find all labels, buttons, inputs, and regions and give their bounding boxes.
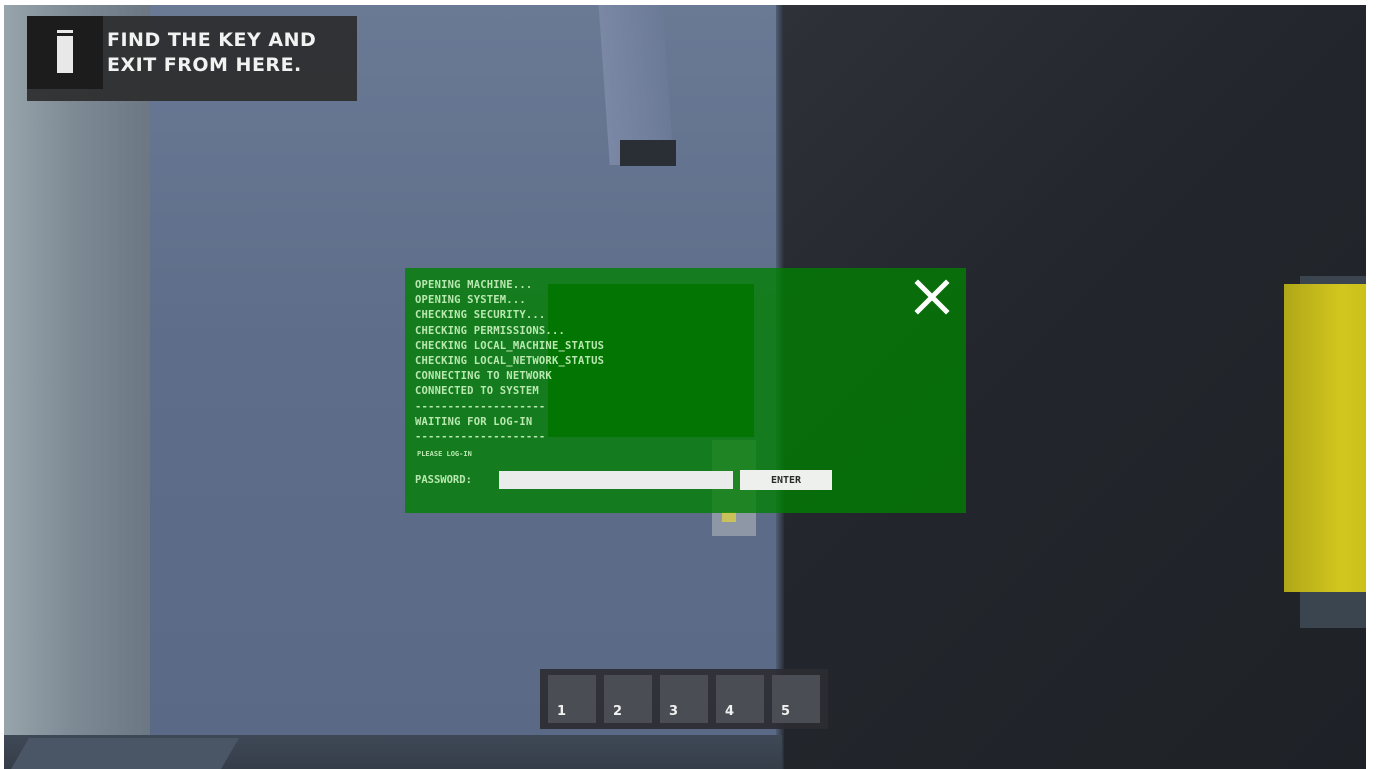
objective-panel: FIND THE KEY AND EXIT FROM HERE. <box>27 16 357 101</box>
info-icon-glyph <box>57 30 73 73</box>
ceiling-beam-cap <box>620 140 676 166</box>
login-hint: PLEASE LOG-IN <box>417 450 472 458</box>
info-icon <box>27 16 103 89</box>
close-button[interactable] <box>913 278 951 316</box>
hotbar-slot-number: 3 <box>669 704 679 719</box>
password-input[interactable] <box>499 471 733 489</box>
yellow-door <box>1284 284 1379 592</box>
terminal-log: OPENING MACHINE... OPENING SYSTEM... CHECK… <box>415 278 604 445</box>
terminal-log-line: CHECKING PERMISSIONS... <box>415 324 565 337</box>
hotbar-slot-4[interactable]: 4 <box>716 675 764 723</box>
terminal-window: OPENING MACHINE... OPENING SYSTEM... CHECK… <box>405 268 966 513</box>
hotbar-slot-number: 5 <box>781 704 791 719</box>
hotbar-slot-5[interactable]: 5 <box>772 675 820 723</box>
terminal-log-line: WAITING FOR LOG-IN <box>415 415 533 428</box>
terminal-log-line: -------------------- <box>415 400 546 413</box>
terminal-log-line: CONNECTED TO SYSTEM <box>415 385 539 398</box>
hotbar-slot-1[interactable]: 1 <box>548 675 596 723</box>
terminal-log-line: CONNECTING TO NETWORK <box>415 370 552 383</box>
terminal-log-line: OPENING MACHINE... <box>415 279 533 291</box>
hotbar-slot-number: 2 <box>613 704 623 719</box>
enter-button[interactable]: ENTER <box>740 470 832 490</box>
hotbar-slot-2[interactable]: 2 <box>604 675 652 723</box>
left-wall <box>0 0 150 769</box>
terminal-log-line: CHECKING LOCAL_NETWORK_STATUS <box>415 355 605 368</box>
password-label: PASSWORD: <box>415 474 472 486</box>
inventory-hotbar: 1 2 3 4 5 <box>540 669 828 729</box>
terminal-log-line: -------------------- <box>415 431 546 444</box>
game-scene: FIND THE KEY AND EXIT FROM HERE. OPENING… <box>0 0 1379 769</box>
hotbar-slot-number: 4 <box>725 704 735 719</box>
hotbar-slot-number: 1 <box>557 704 567 719</box>
hotbar-slot-3[interactable]: 3 <box>660 675 708 723</box>
frame-border-right <box>1366 0 1379 769</box>
close-icon <box>914 279 950 315</box>
key-slot-light <box>722 512 736 522</box>
floor-slab <box>11 738 239 769</box>
terminal-log-line: CHECKING SECURITY... <box>415 309 546 322</box>
terminal-log-line: CHECKING LOCAL_MACHINE_STATUS <box>415 339 605 352</box>
frame-border-top <box>0 0 1379 5</box>
objective-text: FIND THE KEY AND EXIT FROM HERE. <box>107 29 317 76</box>
terminal-log-line: OPENING SYSTEM... <box>415 294 526 307</box>
frame-border-left <box>0 0 4 769</box>
